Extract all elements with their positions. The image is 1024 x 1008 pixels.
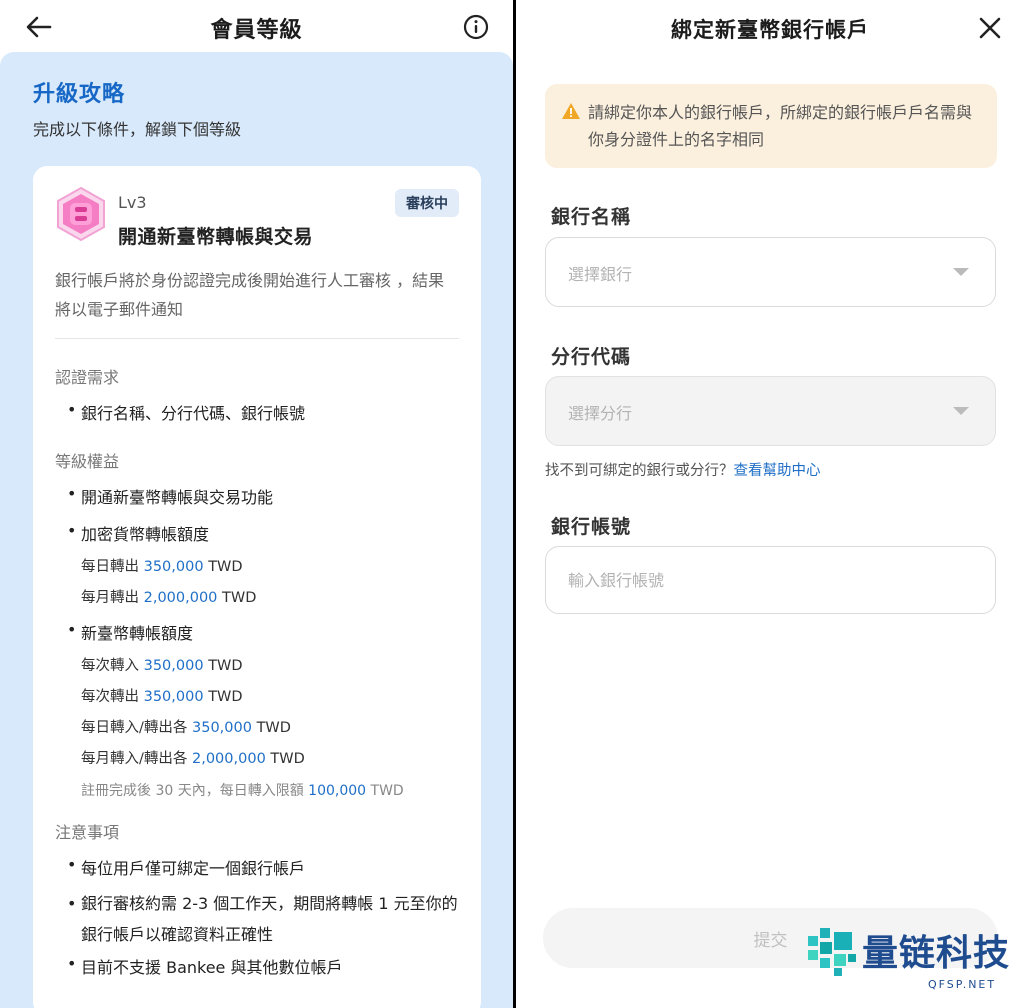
warning-banner: 請綁定你本人的銀行帳戶，所綁定的銀行帳戶戶名需與你身分證件上的名字相同 bbox=[545, 84, 997, 168]
warning-icon bbox=[562, 103, 580, 119]
dropdown-caret-icon bbox=[953, 407, 969, 415]
account-number-label: 銀行帳號 bbox=[551, 516, 632, 538]
divider bbox=[55, 338, 459, 339]
limit-row: 每日轉出 350,000 TWD bbox=[81, 559, 243, 575]
level-description: 銀行帳戶將於身份認證完成後開始進行人工審核 ，結果將以電子郵件通知 bbox=[55, 271, 445, 319]
limit-row: 每日轉入/轉出各 350,000 TWD bbox=[81, 720, 291, 736]
limit-row: 每月轉入/轉出各 2,000,000 TWD bbox=[81, 751, 305, 767]
limit-row: 每次轉入 350,000 TWD bbox=[81, 658, 243, 674]
bind-bank-account-screen: 綁定新臺幣銀行帳戶 請綁定你本人的銀行帳戶，所綁定的銀行帳戶戶名需與你身分證件上… bbox=[516, 0, 1024, 1008]
level-card: Lv3 開通新臺幣轉帳與交易 審核中 銀行帳戶將於身份認證完成後開始進行人工審核… bbox=[33, 166, 481, 1008]
watermark-domain: QFSP.NET bbox=[928, 978, 997, 991]
note-item: 銀行審核約需 2-3 個工作天，期間將轉帳 1 元至你的銀行帳戶以確認資料正確性 bbox=[67, 888, 467, 950]
bank-name-label: 銀行名稱 bbox=[551, 206, 632, 228]
bank-select-placeholder: 選擇銀行 bbox=[568, 265, 633, 284]
section-title: 升級攻略 bbox=[33, 82, 126, 107]
watermark: 量链科技 QFSP.NET bbox=[798, 908, 1024, 1008]
note-item: 每位用戶僅可綁定一個銀行帳戶 bbox=[67, 855, 305, 879]
section-subtitle: 完成以下條件，解鎖下個等級 bbox=[33, 120, 242, 139]
branch-select[interactable]: 選擇分行 bbox=[545, 376, 996, 446]
notes-heading: 注意事項 bbox=[55, 823, 120, 842]
account-number-input[interactable] bbox=[546, 547, 995, 613]
membership-level-screen: 會員等級 升級攻略 完成以下條件，解鎖下個等級 Lv3 開通新臺幣轉帳與交易 審… bbox=[0, 0, 513, 1008]
benefit-item: 開通新臺幣轉帳與交易功能 bbox=[67, 484, 273, 508]
limit-note: 註冊完成後 30 天內，每日轉入限額 100,000 TWD bbox=[81, 783, 404, 799]
watermark-logo-icon bbox=[804, 924, 860, 980]
bank-select[interactable]: 選擇銀行 bbox=[545, 237, 996, 307]
benefit-item: 新臺幣轉帳額度 bbox=[67, 620, 193, 644]
note-item: 目前不支援 Bankee 與其他數位帳戶 bbox=[67, 954, 342, 978]
account-number-field[interactable] bbox=[545, 546, 996, 614]
info-icon[interactable] bbox=[459, 10, 493, 44]
level-badge-icon bbox=[55, 186, 107, 242]
help-text: 找不到可綁定的銀行或分行？查看幫助中心 bbox=[545, 463, 821, 479]
close-icon[interactable] bbox=[974, 12, 1006, 44]
help-center-link[interactable]: 查看幫助中心 bbox=[734, 463, 821, 479]
level-title: 開通新臺幣轉帳與交易 bbox=[118, 226, 314, 248]
branch-code-label: 分行代碼 bbox=[551, 346, 632, 368]
upgrade-guide-panel: 升級攻略 完成以下條件，解鎖下個等級 Lv3 開通新臺幣轉帳與交易 審核中 銀行… bbox=[0, 52, 513, 1008]
benefit-item: 加密貨幣轉帳額度 bbox=[67, 521, 209, 545]
branch-select-placeholder: 選擇分行 bbox=[568, 404, 633, 423]
level-label: Lv3 bbox=[118, 193, 147, 212]
page-title: 會員等級 bbox=[210, 18, 303, 43]
top-bar: 會員等級 bbox=[0, 0, 513, 52]
requirement-item: 銀行名稱、分行代碼、銀行帳號 bbox=[67, 400, 305, 424]
page-title: 綁定新臺幣銀行帳戶 bbox=[671, 18, 869, 42]
watermark-brand: 量链科技 bbox=[862, 933, 1011, 974]
warning-text: 請綁定你本人的銀行帳戶，所綁定的銀行帳戶戶名需與你身分證件上的名字相同 bbox=[588, 103, 973, 149]
requirements-heading: 認證需求 bbox=[55, 368, 120, 387]
benefits-heading: 等級權益 bbox=[55, 452, 120, 471]
dropdown-caret-icon bbox=[953, 268, 969, 276]
status-badge: 審核中 bbox=[395, 189, 459, 217]
limit-row: 每次轉出 350,000 TWD bbox=[81, 689, 243, 705]
limit-row: 每月轉出 2,000,000 TWD bbox=[81, 590, 257, 606]
